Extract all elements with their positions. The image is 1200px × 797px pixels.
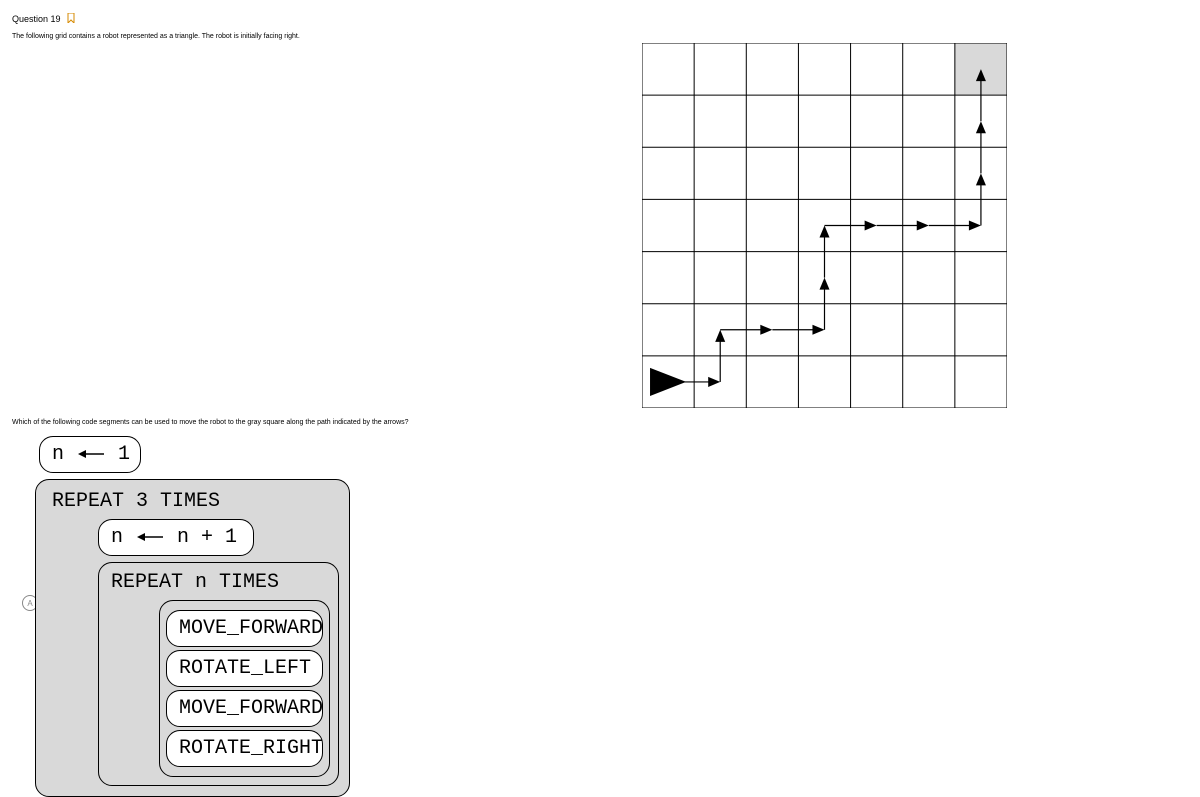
question-description-1: The following grid contains a robot repr… xyxy=(12,33,300,40)
repeat-outer-header: REPEAT 3 TIMES xyxy=(46,490,339,519)
assign-lhs: n xyxy=(52,443,64,466)
assign-arrow-icon xyxy=(78,443,104,466)
command: MOVE_FORWARD xyxy=(166,690,323,727)
assign-lhs: n xyxy=(111,526,123,549)
answer-choice-label: A xyxy=(27,599,32,608)
command: ROTATE_RIGHT xyxy=(166,730,323,767)
assign-rhs: n + 1 xyxy=(177,526,237,549)
question-header: Question 19 xyxy=(12,14,75,27)
repeat-inner-block: REPEAT n TIMES MOVE_FORWARD ROTATE_LEFT … xyxy=(98,562,339,786)
repeat-outer-block: REPEAT 3 TIMES n n + 1 REPEAT n TIMES MO… xyxy=(35,479,350,797)
code-block: n 1 REPEAT 3 TIMES n n + 1 REPEAT n TIME… xyxy=(35,436,350,797)
command: MOVE_FORWARD xyxy=(166,610,323,647)
robot-grid xyxy=(642,43,1007,408)
repeat-inner-header: REPEAT n TIMES xyxy=(107,571,330,600)
bookmark-icon[interactable] xyxy=(67,13,75,26)
command-list: MOVE_FORWARD ROTATE_LEFT MOVE_FORWARD RO… xyxy=(159,600,330,777)
assign-rhs: 1 xyxy=(118,443,130,466)
assign-statement: n 1 xyxy=(39,436,141,473)
assign-arrow-icon xyxy=(137,526,163,549)
question-description-2: Which of the following code segments can… xyxy=(12,419,409,426)
question-number: Question 19 xyxy=(12,14,61,24)
assign-statement-inner: n n + 1 xyxy=(98,519,254,556)
command: ROTATE_LEFT xyxy=(166,650,323,687)
